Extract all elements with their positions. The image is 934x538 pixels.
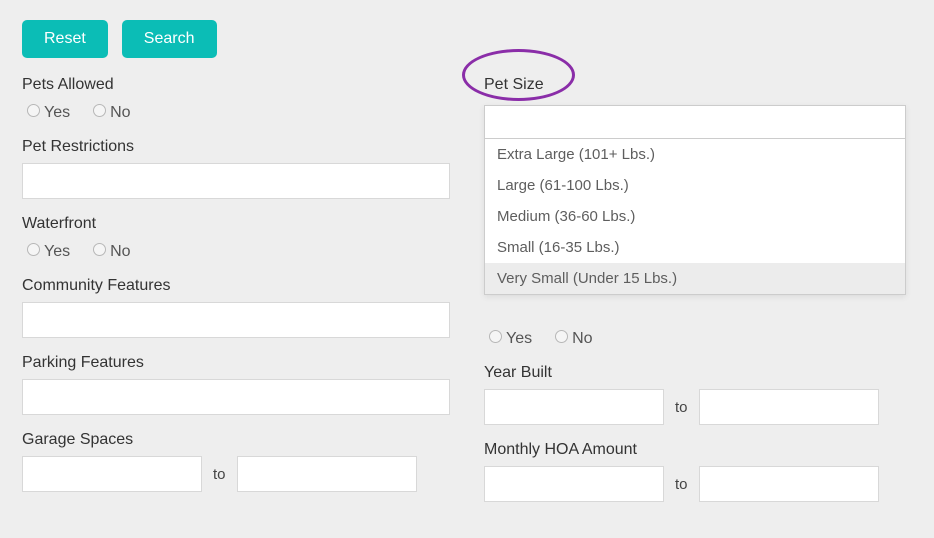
year-built-from[interactable] <box>484 389 664 425</box>
search-button[interactable]: Search <box>122 20 217 58</box>
pet-size-option-xl[interactable]: Extra Large (101+ Lbs.) <box>485 139 905 170</box>
year-built-to[interactable] <box>699 389 879 425</box>
pet-size-dropdown[interactable]: Extra Large (101+ Lbs.) Large (61-100 Lb… <box>484 105 906 295</box>
monthly-hoa-to-label: to <box>675 476 688 493</box>
monthly-hoa-label: Monthly HOA Amount <box>484 441 912 459</box>
waterfront-label: Waterfront <box>22 215 450 233</box>
pets-allowed-label: Pets Allowed <box>22 76 450 94</box>
monthly-hoa-from[interactable] <box>484 466 664 502</box>
pet-size-option-s[interactable]: Small (16-35 Lbs.) <box>485 232 905 263</box>
community-features-input[interactable] <box>22 302 450 338</box>
reset-button[interactable]: Reset <box>22 20 108 58</box>
garage-spaces-from[interactable] <box>22 456 202 492</box>
pet-size-option-m[interactable]: Medium (36-60 Lbs.) <box>485 201 905 232</box>
waterfront-yes[interactable]: Yes <box>22 240 70 261</box>
garage-spaces-label: Garage Spaces <box>22 431 450 449</box>
left-column: Pets Allowed Yes No Pet Restrictions Wat… <box>22 76 450 518</box>
garage-spaces-to-label: to <box>213 466 226 483</box>
right-column: Pet Size Extra Large (101+ Lbs.) Large (… <box>484 76 912 518</box>
monthly-hoa-to[interactable] <box>699 466 879 502</box>
parking-features-input[interactable] <box>22 379 450 415</box>
pets-allowed-no[interactable]: No <box>88 101 130 122</box>
pet-restrictions-input[interactable] <box>22 163 450 199</box>
year-built-label: Year Built <box>484 364 912 382</box>
waterfront-no[interactable]: No <box>88 240 130 261</box>
garage-spaces-to[interactable] <box>237 456 417 492</box>
right-radio-yes[interactable]: Yes <box>484 327 532 348</box>
parking-features-label: Parking Features <box>22 354 450 372</box>
pet-size-search-input[interactable] <box>489 110 901 134</box>
pets-allowed-yes[interactable]: Yes <box>22 101 70 122</box>
year-built-to-label: to <box>675 399 688 416</box>
right-radio-no[interactable]: No <box>550 327 592 348</box>
community-features-label: Community Features <box>22 277 450 295</box>
action-buttons: Reset Search <box>22 20 912 58</box>
pet-size-option-vs[interactable]: Very Small (Under 15 Lbs.) <box>485 263 905 294</box>
pet-restrictions-label: Pet Restrictions <box>22 138 450 156</box>
pet-size-label: Pet Size <box>484 76 544 93</box>
pet-size-option-l[interactable]: Large (61-100 Lbs.) <box>485 170 905 201</box>
